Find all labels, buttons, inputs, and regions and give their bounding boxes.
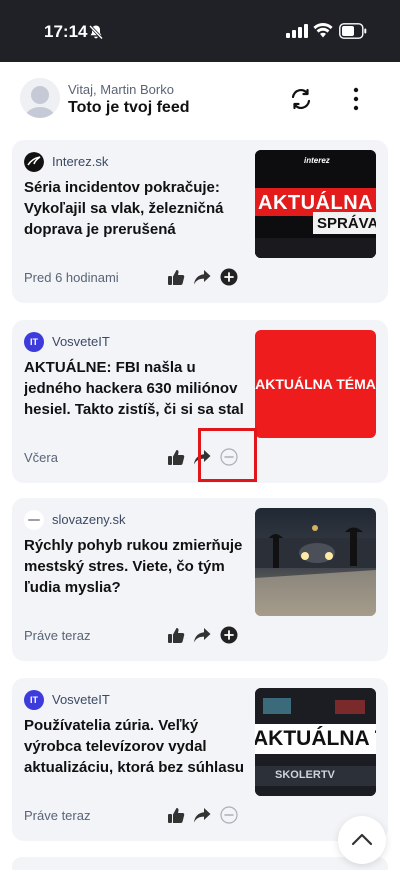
source-logo-text: IT	[30, 695, 38, 705]
article-time: Práve teraz	[24, 808, 91, 823]
wifi-icon	[313, 23, 333, 38]
share-icon[interactable]	[193, 806, 211, 824]
article-time: Včera	[24, 450, 58, 465]
thumb-title: AKTUÁLNA TÉM	[255, 727, 376, 750]
battery-icon	[339, 23, 367, 39]
more-options-icon[interactable]	[346, 86, 366, 112]
thumb-brand: interez	[304, 156, 330, 165]
source-name[interactable]: VosveteIT	[52, 334, 110, 349]
source-name[interactable]: slovazeny.sk	[52, 512, 125, 527]
user-icon	[20, 78, 60, 118]
remove-source-icon[interactable]	[220, 806, 238, 824]
thumb-subtitle: SKOLERTV	[275, 769, 335, 781]
add-source-icon[interactable]	[220, 268, 238, 286]
highlight-box	[198, 428, 257, 482]
thumbs-up-icon[interactable]	[167, 626, 185, 644]
page-title: Toto je tvoj feed	[68, 99, 190, 116]
add-source-icon[interactable]	[220, 626, 238, 644]
source-logo-text: IT	[30, 337, 38, 347]
article-time: Pred 6 hodinami	[24, 270, 119, 285]
article-thumbnail[interactable]: interez AKTUÁLNA SPRÁVA	[255, 150, 376, 258]
feed-card[interactable]: IT VosveteIT Používatelia zúria. Veľký v…	[12, 678, 388, 841]
vosveteit-logo-icon: IT	[24, 332, 44, 352]
interez-logo-icon	[24, 152, 44, 172]
thumbs-up-icon[interactable]	[167, 806, 185, 824]
article-thumbnail[interactable]: AKTUÁLNA TÉMA	[255, 330, 376, 438]
street-photo-graphic	[255, 508, 376, 616]
share-icon[interactable]	[193, 626, 211, 644]
article-headline[interactable]: Séria incidentov pokračuje: Vykoľajil sa…	[24, 177, 250, 240]
feed-card[interactable]	[12, 857, 388, 870]
status-bar: 17:14	[0, 0, 400, 62]
share-icon[interactable]	[193, 268, 211, 286]
signal-icon	[286, 24, 308, 38]
feed-card[interactable]: slovazeny.sk Rýchly pohyb rukou zmierňuj…	[12, 498, 388, 661]
article-headline[interactable]: AKTUÁLNE: FBI našla u jedného hackera 63…	[24, 357, 250, 420]
scroll-to-top-button[interactable]	[338, 816, 386, 864]
thumbs-up-icon[interactable]	[167, 268, 185, 286]
thumb-title: AKTUÁLNA TÉMA	[255, 376, 376, 392]
status-time: 17:14	[44, 22, 88, 41]
greeting-text: Vitaj, Martin Borko	[68, 82, 174, 97]
source-name[interactable]: Interez.sk	[52, 154, 108, 169]
source-name[interactable]: VosveteIT	[52, 692, 110, 707]
article-headline[interactable]: Používatelia zúria. Veľký výrobca televí…	[24, 715, 250, 778]
avatar[interactable]	[20, 78, 60, 118]
article-thumbnail[interactable]: AKTUÁLNA TÉM SKOLERTV	[255, 688, 376, 796]
thumb-title: AKTUÁLNA	[258, 192, 374, 214]
slovazeny-logo-icon	[24, 510, 44, 530]
bell-off-icon	[88, 24, 104, 40]
article-headline[interactable]: Rýchly pohyb rukou zmierňuje mestský str…	[24, 535, 250, 598]
refresh-icon[interactable]	[288, 86, 314, 112]
thumb-subtitle: SPRÁVA	[317, 215, 376, 232]
thumbs-up-icon[interactable]	[167, 448, 185, 466]
vosveteit-logo-icon: IT	[24, 690, 44, 710]
chevron-up-icon	[351, 833, 373, 846]
feed-header: Vitaj, Martin Borko Toto je tvoj feed	[0, 62, 400, 134]
article-time: Práve teraz	[24, 628, 91, 643]
feed-card[interactable]: Interez.sk Séria incidentov pokračuje: V…	[12, 140, 388, 303]
article-thumbnail[interactable]	[255, 508, 376, 616]
